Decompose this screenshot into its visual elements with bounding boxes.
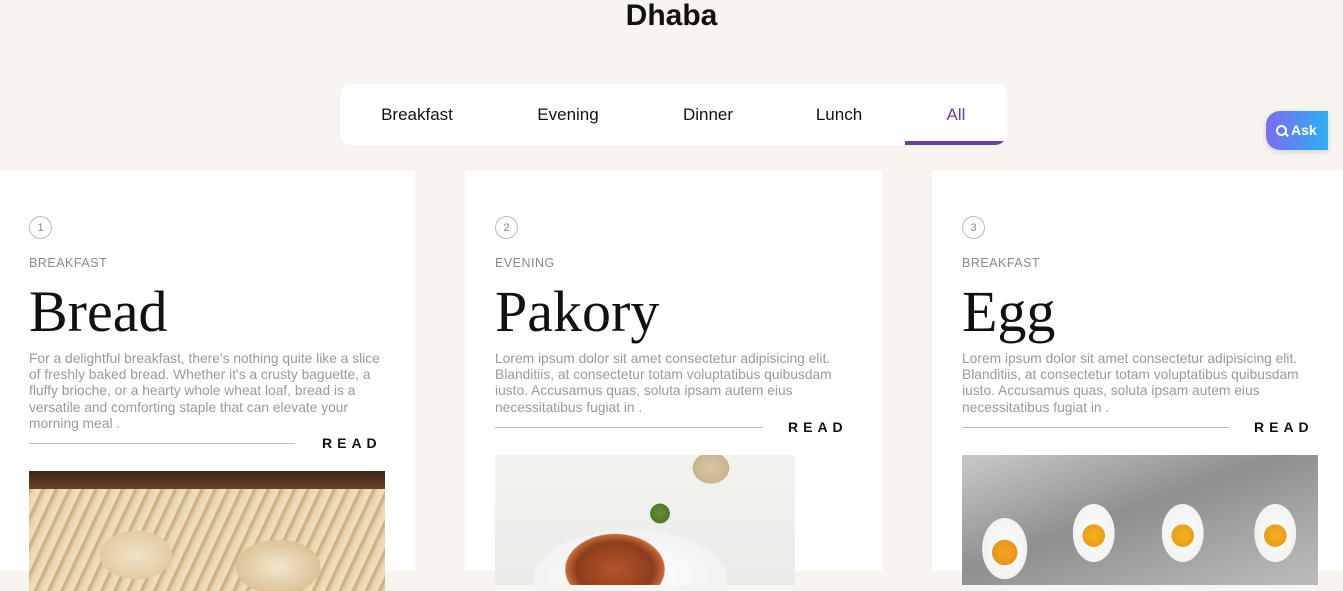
tab-breakfast[interactable]: Breakfast xyxy=(352,84,482,145)
bread-image xyxy=(29,471,385,591)
read-button[interactable]: READ xyxy=(1254,419,1314,435)
read-button[interactable]: READ xyxy=(788,419,848,435)
search-icon xyxy=(1276,125,1287,136)
tab-evening[interactable]: Evening xyxy=(503,84,633,145)
card-number: 2 xyxy=(495,216,518,239)
tab-all-label: All xyxy=(946,105,966,124)
divider xyxy=(29,443,295,444)
active-tab-indicator xyxy=(905,141,1007,145)
card-description: Lorem ipsum dolor sit amet consectetur a… xyxy=(962,351,1299,415)
card-title: Egg xyxy=(962,279,1056,344)
card-title: Pakory xyxy=(495,279,660,344)
divider xyxy=(962,427,1229,428)
tab-lunch[interactable]: Lunch xyxy=(774,84,904,145)
recipe-card: 1 BREAKFAST Bread For a delightful break… xyxy=(0,171,415,591)
category-tabs: Breakfast Evening Dinner Lunch All xyxy=(340,84,1007,145)
read-button[interactable]: READ xyxy=(322,435,382,451)
egg-image xyxy=(962,455,1318,585)
card-number: 1 xyxy=(29,216,52,239)
recipe-card: 3 BREAKFAST Egg Lorem ipsum dolor sit am… xyxy=(932,171,1343,585)
pakora-image xyxy=(495,455,795,585)
card-category: BREAKFAST xyxy=(29,256,108,270)
ask-button-label: Ask xyxy=(1291,122,1317,138)
card-category: BREAKFAST xyxy=(962,256,1041,270)
divider xyxy=(495,427,763,428)
card-title: Bread xyxy=(29,279,168,344)
card-description: Lorem ipsum dolor sit amet consectetur a… xyxy=(495,351,832,415)
page-title: Dhaba xyxy=(625,0,718,32)
tab-dinner[interactable]: Dinner xyxy=(643,84,773,145)
card-category: EVENING xyxy=(495,256,555,270)
recipe-card: 2 EVENING Pakory Lorem ipsum dolor sit a… xyxy=(465,171,882,585)
ask-button[interactable]: Ask xyxy=(1266,111,1328,150)
tab-all[interactable]: All xyxy=(905,84,1007,145)
card-number: 3 xyxy=(962,216,985,239)
card-description: For a delightful breakfast, there's noth… xyxy=(29,351,380,431)
